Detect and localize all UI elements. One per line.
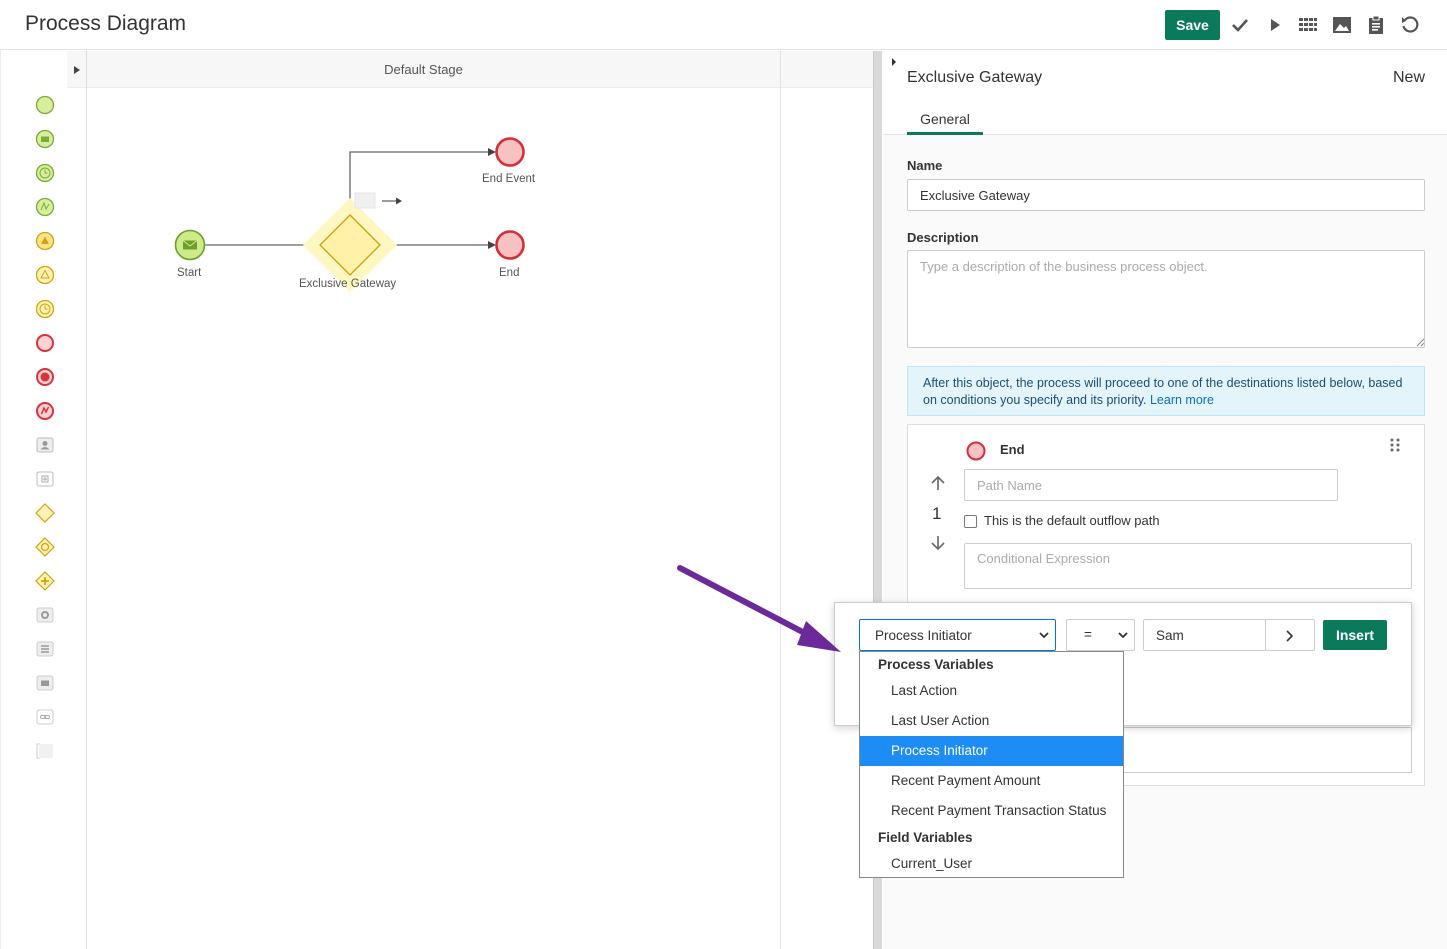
save-button[interactable]: Save bbox=[1165, 10, 1220, 40]
tab-general[interactable]: General bbox=[907, 111, 983, 135]
play-icon[interactable] bbox=[1263, 13, 1287, 37]
clipboard-icon[interactable] bbox=[1364, 13, 1388, 37]
dropdown-group-process-variables: Process Variables bbox=[878, 657, 994, 672]
end-target-icon bbox=[966, 441, 986, 461]
operator-select-value: = bbox=[1084, 627, 1092, 642]
start-label: Start bbox=[177, 267, 202, 279]
dropdown-option[interactable]: Current_User bbox=[860, 849, 1123, 877]
insert-button[interactable]: Insert bbox=[1323, 620, 1387, 650]
name-label: Name bbox=[907, 158, 943, 173]
move-down-icon[interactable] bbox=[929, 534, 947, 552]
end-label: End bbox=[499, 267, 520, 279]
dropdown-option[interactable]: Recent Payment Transaction Status bbox=[860, 796, 1123, 826]
chevron-down-icon bbox=[1039, 632, 1049, 639]
dropdown-option[interactable]: Last User Action bbox=[860, 706, 1123, 736]
operator-select[interactable]: = bbox=[1066, 619, 1135, 651]
grid-icon[interactable] bbox=[1296, 13, 1320, 37]
conditional-expression-input[interactable]: Conditional Expression bbox=[964, 543, 1412, 589]
default-path-checkbox[interactable] bbox=[964, 515, 977, 528]
path-target-label: End bbox=[1000, 442, 1025, 457]
annotation-tool-icon[interactable] bbox=[354, 192, 376, 209]
priority-number: 1 bbox=[932, 504, 942, 523]
resize-handle-icon[interactable] bbox=[1416, 338, 1425, 347]
description-label: Description bbox=[907, 230, 979, 245]
diagram-canvas: Start Exclusive Gateway End Event End bbox=[0, 0, 873, 949]
end-event-label: End Event bbox=[482, 173, 536, 185]
description-textarea[interactable]: Type a description of the business proce… bbox=[907, 250, 1425, 348]
end-node[interactable] bbox=[495, 230, 525, 260]
status-label: New bbox=[1392, 69, 1425, 86]
panel-tabs: General bbox=[883, 103, 1447, 135]
variable-select[interactable]: Process Initiator bbox=[859, 619, 1056, 651]
path-name-input[interactable]: Path Name bbox=[964, 469, 1338, 501]
end-event-node[interactable] bbox=[495, 137, 525, 167]
name-input[interactable]: Exclusive Gateway bbox=[907, 179, 1425, 211]
dropdown-option[interactable]: Recent Payment Amount bbox=[860, 766, 1123, 796]
validate-check-icon[interactable] bbox=[1228, 13, 1252, 37]
learn-more-link[interactable]: Learn more bbox=[1150, 393, 1214, 407]
default-path-label: This is the default outflow path bbox=[984, 513, 1160, 528]
chevron-right-icon bbox=[1286, 630, 1293, 642]
info-box: After this object, the process will proc… bbox=[907, 366, 1425, 416]
chevron-down-icon bbox=[1118, 632, 1128, 639]
undo-icon[interactable] bbox=[1398, 13, 1422, 37]
panel-collapse-caret-icon[interactable] bbox=[891, 57, 897, 67]
dropdown-option[interactable]: Last Action bbox=[860, 676, 1123, 706]
gateway-label: Exclusive Gateway bbox=[299, 278, 397, 290]
drag-handle-icon[interactable] bbox=[1389, 437, 1401, 453]
start-node[interactable] bbox=[174, 229, 206, 261]
dropdown-group-field-variables: Field Variables bbox=[878, 830, 973, 845]
value-picker-button[interactable] bbox=[1265, 619, 1315, 651]
variable-select-value: Process Initiator bbox=[875, 628, 972, 643]
move-up-icon[interactable] bbox=[929, 474, 947, 492]
dropdown-option-selected[interactable]: Process Initiator bbox=[860, 736, 1123, 766]
panel-title: Exclusive Gateway bbox=[907, 69, 1043, 86]
variable-dropdown-list: Process Variables Last Action Last User … bbox=[859, 651, 1124, 878]
value-input[interactable]: Sam bbox=[1143, 619, 1266, 651]
image-icon[interactable] bbox=[1330, 13, 1354, 37]
